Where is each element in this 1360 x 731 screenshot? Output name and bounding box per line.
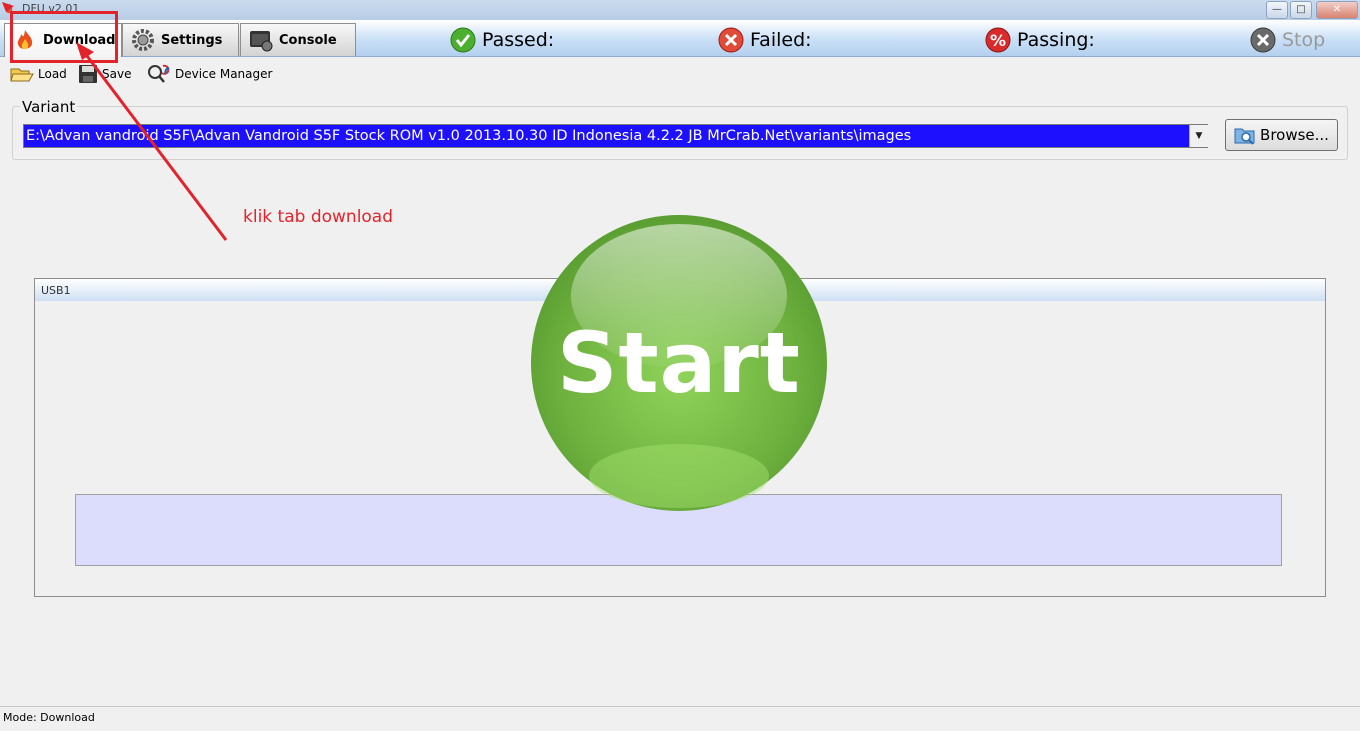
folder-search-icon bbox=[1234, 128, 1255, 145]
failed-status: Failed: bbox=[718, 26, 812, 54]
save-button[interactable]: Save bbox=[78, 63, 131, 85]
window-title-bar bbox=[0, 0, 1360, 21]
status-bar bbox=[0, 706, 1360, 731]
percent-icon: % bbox=[985, 27, 1011, 53]
start-button[interactable] bbox=[530, 214, 828, 512]
stop-button[interactable]: Stop bbox=[1250, 26, 1325, 54]
passed-status: Passed: bbox=[450, 26, 554, 54]
maximize-button[interactable]: □ bbox=[1290, 1, 1312, 19]
tab-settings[interactable]: Settings bbox=[122, 23, 239, 56]
device-manager-button[interactable]: Device Manager bbox=[147, 63, 272, 85]
stop-icon bbox=[1250, 27, 1276, 53]
passed-label: Passed: bbox=[482, 29, 555, 51]
tab-console-label: Console bbox=[279, 32, 337, 48]
status-bar-text: Mode: Download bbox=[3, 711, 95, 724]
tab-settings-label: Settings bbox=[161, 32, 223, 48]
browse-button[interactable]: Browse... bbox=[1225, 119, 1338, 151]
annotation-highlight-box bbox=[10, 11, 118, 63]
device-manager-label: Device Manager bbox=[175, 67, 273, 81]
variant-path-select[interactable]: E:\Advan vandroid S5F\Advan Vandroid S5F… bbox=[23, 124, 1208, 148]
stop-label: Stop bbox=[1282, 29, 1326, 51]
chevron-down-icon[interactable]: ▼ bbox=[1189, 125, 1208, 147]
passing-status: % Passing: bbox=[985, 26, 1095, 54]
error-icon bbox=[718, 27, 744, 53]
gear-icon bbox=[132, 29, 154, 51]
check-icon bbox=[450, 27, 476, 53]
close-window-button[interactable]: ✕ bbox=[1316, 1, 1358, 19]
tab-console[interactable]: Console bbox=[240, 23, 356, 56]
save-label: Save bbox=[102, 67, 132, 81]
load-label: Load bbox=[38, 67, 67, 81]
load-button[interactable]: Load bbox=[10, 63, 67, 85]
failed-label: Failed: bbox=[750, 29, 812, 51]
device-search-icon bbox=[148, 64, 170, 83]
passing-label: Passing: bbox=[1017, 29, 1095, 51]
usb-port-label: USB1 bbox=[41, 284, 71, 297]
svg-text:%: % bbox=[990, 31, 1006, 50]
console-icon bbox=[250, 31, 273, 52]
floppy-disk-icon bbox=[79, 65, 97, 83]
folder-open-icon bbox=[10, 68, 34, 82]
variant-label: Variant bbox=[20, 98, 78, 116]
minimize-button[interactable]: — bbox=[1266, 1, 1288, 19]
browse-label: Browse... bbox=[1260, 126, 1329, 144]
annotation-text: klik tab download bbox=[243, 207, 394, 227]
